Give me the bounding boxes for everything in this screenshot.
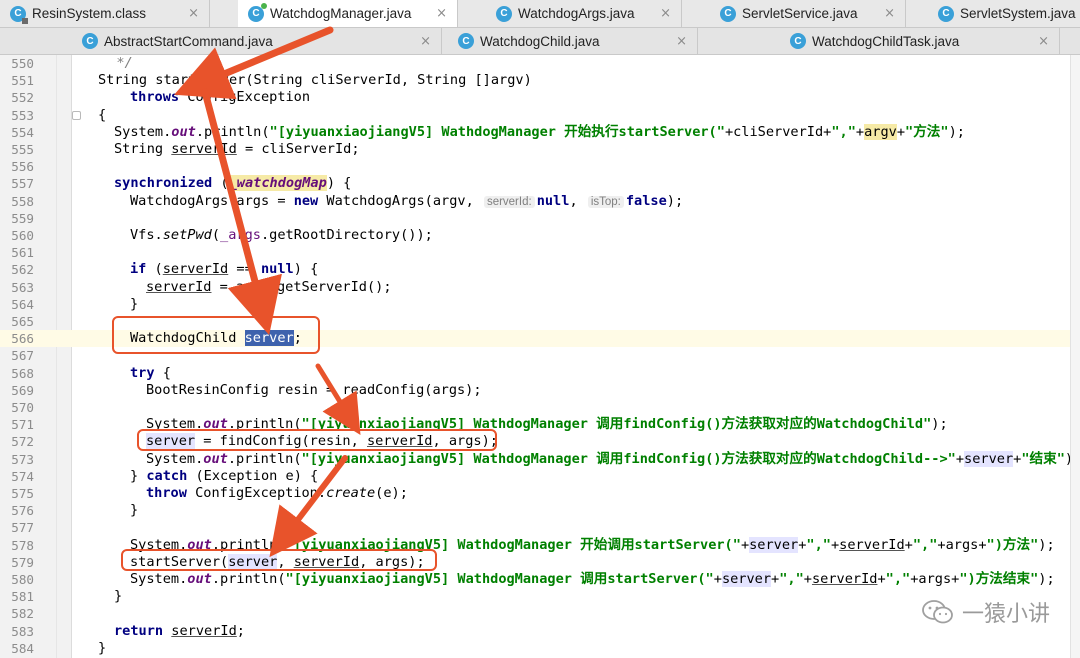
class-icon: C	[248, 2, 267, 22]
tab-label: AbstractStartCommand.java	[104, 33, 273, 49]
editor-scrollbar[interactable]	[1070, 55, 1080, 658]
code-line: 551 String startServer(String cliServerId…	[11, 72, 532, 89]
annotation-box-findconfig	[137, 429, 497, 451]
class-icon: C	[720, 5, 736, 22]
code-line: 563 serverId = args.getServerId();	[11, 278, 392, 295]
code-line: 584}	[11, 639, 107, 656]
watermark: 一猿小讲	[922, 596, 1050, 628]
tab-label: WatchdogArgs.java	[518, 6, 635, 21]
tab-label: ServletService.java	[742, 6, 858, 21]
annotation-box-startserver	[121, 549, 437, 571]
tab-watchdogchildtask-java[interactable]: C WatchdogChildTask.java ×	[780, 28, 1060, 54]
param-hint: isTop:	[587, 195, 624, 208]
code-line: 581}	[11, 588, 123, 605]
tab-label: WatchdogChildTask.java	[812, 33, 960, 49]
close-icon[interactable]: ×	[1038, 34, 1049, 49]
editor-tabbar-secondary: C AbstractStartCommand.java × C Watchdog…	[0, 28, 1080, 55]
code-line: 576}	[11, 502, 139, 519]
tab-servletservice-java[interactable]: C ServletService.java ×	[710, 0, 906, 27]
close-icon[interactable]: ×	[420, 34, 431, 49]
class-icon: C	[496, 5, 512, 22]
close-icon[interactable]: ×	[884, 6, 895, 21]
wechat-icon	[922, 600, 953, 624]
code-line: 552 throws ConfigException	[11, 89, 311, 106]
tab-watchdogmanager-java[interactable]: C WatchdogManager.java ×	[238, 0, 458, 27]
tab-watchdogchild-java[interactable]: C WatchdogChild.java ×	[448, 28, 698, 54]
code-line: 556	[11, 159, 34, 175]
code-line: 573 System.out.println("[yiyuanxiaojiangV…	[11, 450, 1080, 467]
class-icon: C	[790, 33, 806, 49]
code-line: 568 try {	[11, 364, 171, 381]
watermark-text: 一猿小讲	[961, 602, 1050, 627]
close-icon[interactable]: ×	[436, 6, 447, 21]
code-line: 562 if (serverId == null) {	[11, 261, 319, 278]
param-hint: serverId:	[483, 195, 535, 208]
code-line: 580 System.out.println("[yiyuanxiaojiangV…	[11, 571, 1055, 587]
close-icon[interactable]: ×	[676, 34, 687, 49]
code-line: 569 BootResinConfig resin = readConfig(ar…	[11, 381, 482, 398]
close-icon[interactable]: ×	[188, 6, 199, 21]
code-line: 574} catch (Exception e) {	[11, 467, 319, 484]
code-line: 558 WatchdogArgs args = new WatchdogArgs(…	[11, 192, 684, 209]
code-line: 570	[11, 400, 34, 415]
tab-label: ServletSystem.java	[960, 6, 1076, 21]
class-icon: C	[938, 5, 954, 22]
tab-abstractstartcommand-java[interactable]: C AbstractStartCommand.java ×	[72, 28, 442, 54]
tab-watchdogargs-java[interactable]: C WatchdogArgs.java ×	[486, 0, 682, 27]
fold-icon[interactable]	[72, 110, 81, 120]
code-line: 564}	[11, 295, 139, 312]
class-icon: C	[10, 5, 28, 24]
tab-resinsystem-class[interactable]: C ResinSystem.class ×	[0, 0, 210, 27]
code-line: 559	[11, 210, 34, 226]
code-line: 582	[11, 606, 34, 622]
code-line: 557 synchronized (_watchdogMap) {	[11, 175, 352, 192]
class-icon: C	[458, 33, 474, 49]
tab-label: WatchdogManager.java	[270, 6, 412, 21]
code-line: 553{	[11, 106, 107, 123]
code-line: 583 return serverId;	[11, 622, 245, 639]
tab-label: WatchdogChild.java	[480, 33, 600, 49]
annotation-box-declaration	[112, 316, 320, 354]
code-line: 550 */	[11, 55, 133, 71]
tab-label: ResinSystem.class	[32, 6, 147, 21]
code-line: 575 throw ConfigException.create(e);	[11, 485, 408, 501]
close-icon[interactable]: ×	[660, 6, 671, 21]
tab-servletsystem-java[interactable]: C ServletSystem.java	[928, 0, 1080, 27]
class-icon: C	[82, 33, 98, 49]
editor-tabbar-primary: C ResinSystem.class × C WatchdogManager.…	[0, 0, 1080, 28]
code-line: 561	[11, 245, 34, 261]
code-line: 560 Vfs.setPwd(_args.getRootDirectory());	[11, 227, 433, 243]
code-line: 555 String serverId = cliServerId;	[11, 141, 360, 157]
code-line: 577	[11, 520, 34, 536]
code-line: 554 System.out.println("[yiyuanxiaojiangV…	[11, 123, 965, 140]
